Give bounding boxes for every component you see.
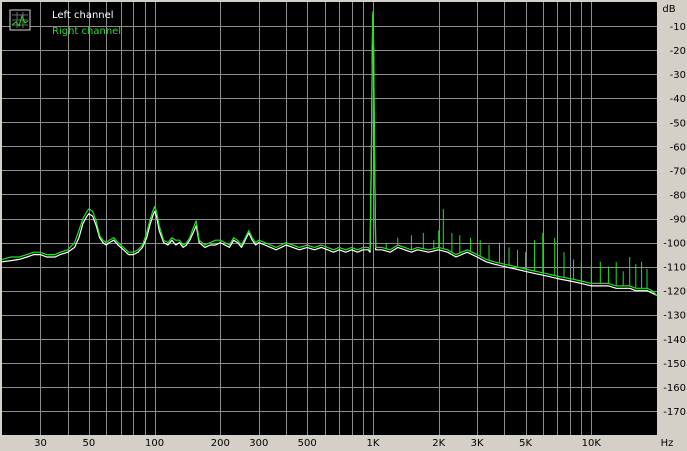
legend-left-channel: Left channel [52, 10, 114, 21]
y-tick-label: -20 [670, 46, 686, 57]
y-tick-label: -90 [670, 215, 686, 226]
y-unit-label: dB [662, 4, 675, 15]
y-tick-label: -150 [663, 359, 686, 370]
x-tick-label: 500 [298, 438, 317, 449]
x-tick-label: 100 [145, 438, 164, 449]
x-tick-label: 200 [211, 438, 230, 449]
y-tick-label: -80 [670, 190, 686, 201]
y-tick-label: -50 [670, 118, 686, 129]
x-tick-label: 2K [432, 438, 445, 449]
x-tick-label: 3K [471, 438, 484, 449]
y-tick-label: -160 [663, 383, 686, 394]
y-tick-label: -130 [663, 311, 686, 322]
x-tick-label: 5K [519, 438, 532, 449]
legend-right-channel: Right channel [52, 26, 121, 37]
y-tick-label: -70 [670, 166, 686, 177]
y-tick-label: -140 [663, 335, 686, 346]
y-tick-label: -100 [663, 239, 686, 250]
y-tick-label: -40 [670, 94, 686, 105]
y-tick-label: -110 [663, 263, 686, 274]
plot-area [2, 2, 657, 435]
y-tick-label: -60 [670, 142, 686, 153]
x-tick-label: 1K [366, 438, 379, 449]
y-tick-label: -170 [663, 407, 686, 418]
y-tick-label: -10 [670, 22, 686, 33]
x-tick-label: 30 [34, 438, 47, 449]
x-unit-label: Hz [661, 438, 674, 449]
y-tick-label: -30 [670, 70, 686, 81]
x-tick-label: 300 [249, 438, 268, 449]
y-tick-label: -120 [663, 287, 686, 298]
x-tick-label: 10K [582, 438, 602, 449]
spectrum-icon [9, 9, 31, 31]
x-tick-label: 50 [83, 438, 96, 449]
spectrum-chart: 30 50 100 200 300 500 1K 2K 3K 5K 10K -10 -20 -30 -40… [0, 0, 687, 451]
